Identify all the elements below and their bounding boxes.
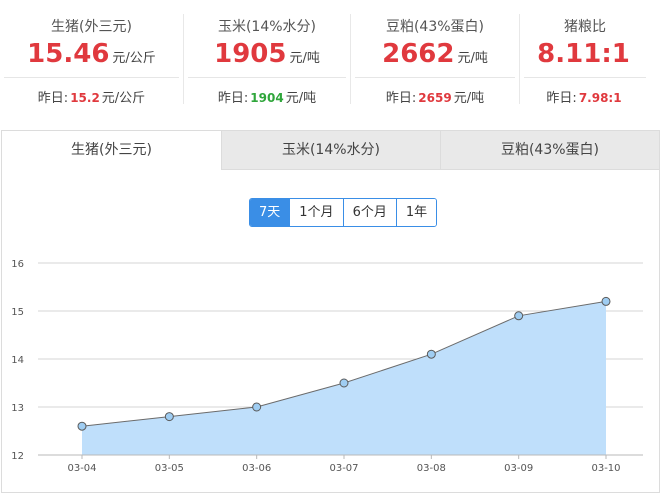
stat-name: 生猪(外三元): [51, 19, 132, 35]
data-point: [514, 311, 524, 321]
prev-label: 昨日:: [385, 91, 417, 106]
stat-hog-grain-ratio: 猪粮比 8.11:1 昨日: 7.98:1: [520, 0, 650, 108]
x-tick-label: 03-07: [329, 463, 358, 474]
stat-corn-price: 玉米(14%水分) 1905 元/吨 昨日: 1904 元/吨: [184, 0, 350, 108]
stat-value: 15.46 元/公斤: [0, 34, 183, 79]
stat-value: 2662 元/吨: [351, 34, 519, 79]
x-tick-label: 03-09: [504, 463, 533, 474]
stat-value-unit: 元/公斤: [112, 51, 156, 66]
stat-value-number: 8.11:1: [537, 39, 630, 69]
y-tick-label: 13: [11, 403, 24, 414]
stat-previous: 昨日: 2659 元/吨: [351, 87, 519, 106]
y-tick-label: 12: [11, 451, 24, 462]
price-summary: 生猪(外三元) 15.46 元/公斤 昨日: 15.2 元/公斤 玉米(14%水分) …: [0, 0, 660, 108]
y-tick-label: 15: [11, 307, 24, 318]
divider: [188, 77, 346, 78]
stat-previous: 昨日: 1904 元/吨: [184, 87, 350, 106]
divider: [524, 77, 646, 78]
prev-unit: 元/吨: [453, 91, 485, 106]
data-point: [164, 412, 174, 422]
data-point: [426, 349, 436, 359]
divider: [4, 77, 179, 78]
prev-unit: 元/公斤: [101, 91, 146, 106]
data-point: [601, 296, 611, 306]
x-tick-label: 03-04: [67, 463, 96, 474]
stat-value-unit: 元/吨: [289, 51, 320, 66]
data-point: [339, 378, 349, 388]
stat-value: 1905 元/吨: [184, 34, 350, 79]
prev-value: 2659: [418, 91, 452, 105]
stat-value-number: 2662: [382, 39, 455, 69]
x-tick-label: 03-05: [155, 463, 184, 474]
x-tick-label: 03-10: [591, 463, 620, 474]
prev-value: 15.2: [70, 91, 100, 105]
y-tick-label: 14: [11, 355, 24, 366]
divider: [355, 77, 515, 78]
data-point: [252, 402, 262, 412]
price-chart-panel: 生猪(外三元) 玉米(14%水分) 豆粕(43%蛋白) 7天 1个月 6个月 1…: [1, 130, 660, 493]
price-area-chart: 12 13 14 15 16 03-04 03-05 03-06 03-07 03-08 03-09…: [11, 259, 643, 474]
stat-value: 8.11:1: [520, 34, 650, 79]
stat-value-number: 1905: [214, 39, 287, 69]
stat-soymeal-price: 豆粕(43%蛋白) 2662 元/吨 昨日: 2659 元/吨: [351, 0, 519, 108]
prev-unit: 元/吨: [285, 91, 317, 106]
prev-value: 1904: [250, 91, 284, 105]
stat-previous: 昨日: 7.98:1: [520, 87, 650, 106]
stat-hog-price: 生猪(外三元) 15.46 元/公斤 昨日: 15.2 元/公斤: [0, 0, 183, 108]
stat-value-number: 15.46: [27, 39, 110, 69]
x-tick-label: 03-06: [242, 463, 271, 474]
prev-label: 昨日:: [546, 91, 577, 106]
stat-name: 豆粕(43%蛋白): [385, 19, 485, 35]
stat-previous: 昨日: 15.2 元/公斤: [0, 87, 183, 106]
data-point: [77, 421, 87, 431]
prev-label: 昨日:: [37, 91, 69, 106]
y-tick-label: 16: [11, 259, 24, 270]
x-tick-label: 03-08: [417, 463, 446, 474]
prev-label: 昨日:: [217, 91, 249, 106]
area-fill: [82, 301, 606, 455]
stat-name: 猪粮比: [564, 19, 606, 35]
prev-value: 7.98:1: [578, 91, 622, 105]
stat-value-unit: 元/吨: [457, 51, 488, 66]
stat-name: 玉米(14%水分): [217, 19, 317, 35]
